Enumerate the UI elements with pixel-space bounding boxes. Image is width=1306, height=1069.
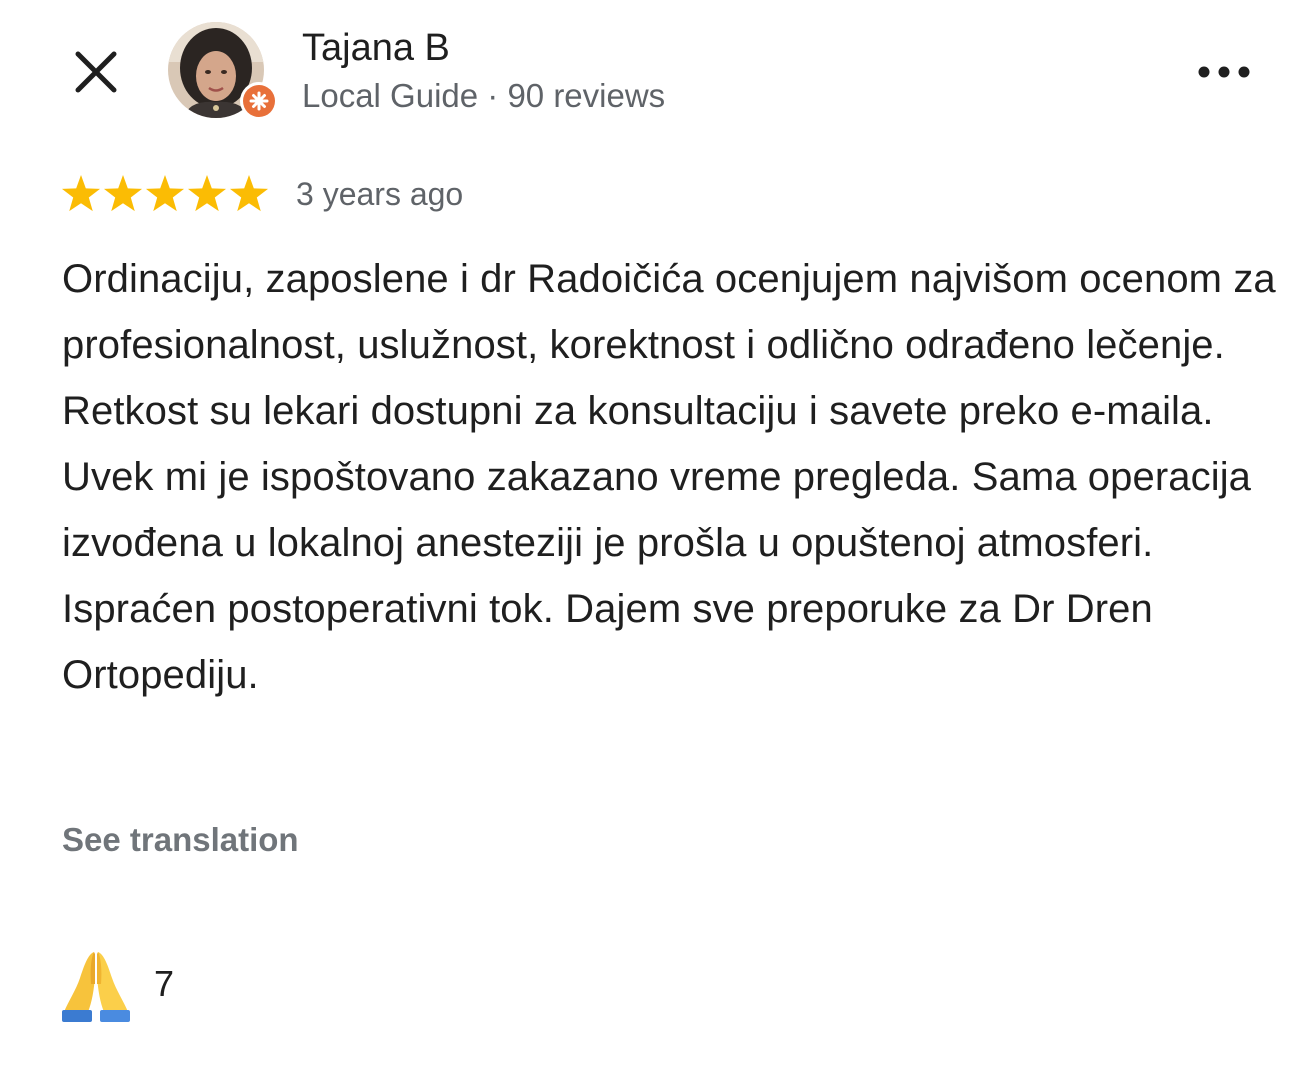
reviewer-name[interactable]: Tajana B [302, 26, 450, 70]
star-icon [229, 175, 269, 212]
reviewer-meta: Local Guide · 90 reviews [302, 77, 666, 114]
close-button[interactable] [68, 44, 124, 100]
star-icon [103, 175, 143, 212]
see-translation-link[interactable]: See translation [62, 818, 299, 862]
star-rating [61, 175, 269, 212]
star-icon [187, 175, 227, 212]
reaction-count: 7 [154, 963, 175, 1004]
more-options-button[interactable] [1192, 52, 1256, 92]
reaction-button[interactable]: 7 [58, 946, 174, 1022]
star-icon [61, 175, 101, 212]
local-guide-star-icon [243, 85, 275, 117]
close-icon [75, 51, 117, 93]
local-guide-badge [240, 82, 278, 120]
reviewer-avatar-group [168, 22, 280, 122]
more-horizontal-icon [1198, 66, 1250, 78]
review-text: Ordinaciju, zaposlene i dr Radoičića oce… [62, 257, 1276, 697]
star-icon [145, 175, 185, 212]
folded-hands-icon [62, 952, 130, 1022]
review-time: 3 years ago [296, 176, 464, 212]
